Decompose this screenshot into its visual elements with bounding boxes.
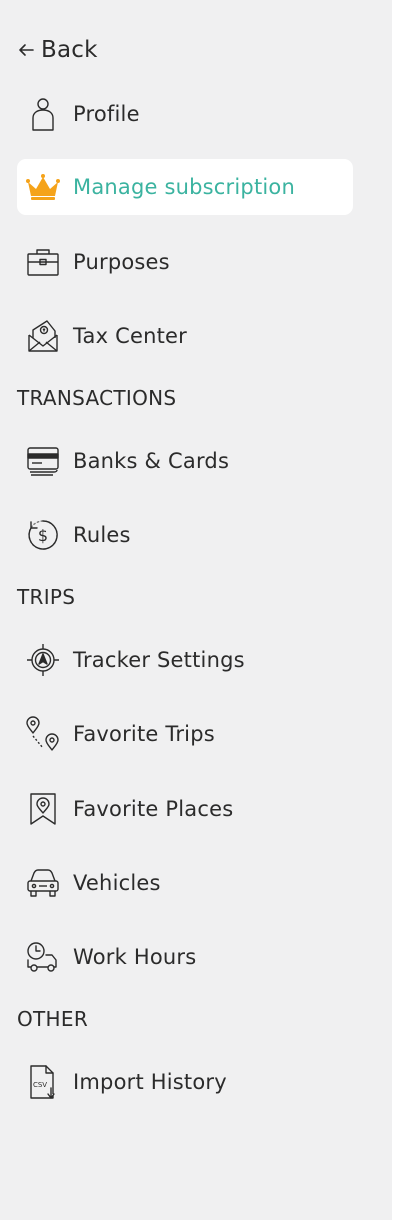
back-label: Back: [41, 37, 98, 63]
back-button[interactable]: Back: [17, 30, 98, 70]
person-icon: [25, 96, 61, 132]
sidebar-item-favorite-trips[interactable]: Favorite Trips: [17, 706, 353, 762]
navigation-target-icon: [25, 642, 61, 678]
sidebar-item-label: Vehicles: [73, 871, 161, 895]
sidebar-item-banks-cards[interactable]: Banks & Cards: [17, 433, 353, 489]
sidebar-item-purposes[interactable]: Purposes: [17, 234, 353, 290]
settings-sidebar: Back Profile Manage subscription Purpose…: [0, 0, 392, 1220]
sidebar-item-work-hours[interactable]: Work Hours: [17, 929, 353, 985]
sidebar-item-tracker-settings[interactable]: Tracker Settings: [17, 632, 353, 688]
dollar-cycle-icon: $: [25, 517, 61, 553]
sidebar-item-label: Work Hours: [73, 945, 197, 969]
sidebar-item-label: Import History: [73, 1070, 227, 1094]
tax-envelope-icon: [25, 318, 61, 354]
sidebar-item-label: Rules: [73, 523, 131, 547]
sidebar-item-rules[interactable]: $ Rules: [17, 507, 353, 563]
sidebar-item-vehicles[interactable]: Vehicles: [17, 855, 353, 911]
map-pin-icon: [25, 791, 61, 827]
sidebar-item-favorite-places[interactable]: Favorite Places: [17, 781, 353, 837]
sidebar-item-label: Tax Center: [73, 324, 188, 348]
sidebar-item-manage-subscription[interactable]: Manage subscription: [17, 159, 353, 215]
svg-text:$: $: [38, 526, 48, 545]
briefcase-icon: [25, 244, 61, 280]
section-title-transactions: TRANSACTIONS: [17, 386, 177, 410]
route-pins-icon: [25, 716, 61, 752]
arrow-left-icon: [17, 41, 35, 59]
car-icon: [25, 865, 61, 901]
sidebar-item-label: Manage subscription: [73, 175, 295, 199]
sidebar-item-label: Tracker Settings: [73, 648, 245, 672]
sidebar-item-label: Profile: [73, 102, 140, 126]
sidebar-item-label: Purposes: [73, 250, 170, 274]
section-title-other: OTHER: [17, 1007, 89, 1031]
crown-icon: [25, 169, 61, 205]
csv-file-icon: CSV: [25, 1064, 61, 1100]
sidebar-item-profile[interactable]: Profile: [17, 86, 353, 142]
cards-icon: [25, 443, 61, 479]
sidebar-item-label: Favorite Trips: [73, 722, 215, 746]
sidebar-item-label: Banks & Cards: [73, 449, 230, 473]
svg-text:CSV: CSV: [33, 1081, 47, 1089]
section-title-trips: TRIPS: [17, 585, 76, 609]
sidebar-item-label: Favorite Places: [73, 797, 234, 821]
clock-truck-icon: [25, 939, 61, 975]
sidebar-item-import-history[interactable]: CSV Import History: [17, 1054, 353, 1110]
sidebar-item-tax-center[interactable]: Tax Center: [17, 308, 353, 364]
